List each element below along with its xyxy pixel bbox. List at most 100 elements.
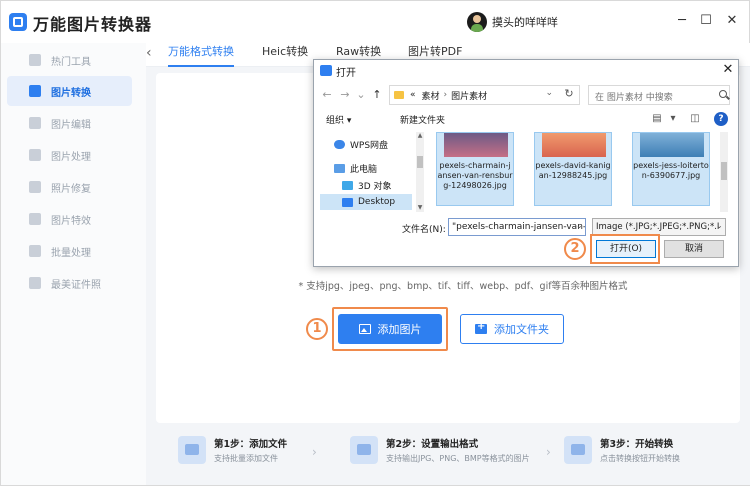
cancel-button[interactable]: 取消 (664, 240, 724, 258)
steps-bar: 第1步：添加文件 支持批量添加文件 › 第2步：设置输出格式 支持输出JPG、P… (156, 427, 740, 477)
breadcrumb-folder-1[interactable]: 素材 (422, 89, 440, 102)
annotation-2: 2 (564, 238, 586, 260)
dialog-title: 打开 (336, 68, 356, 79)
open-file-dialog: 打开 ✕ ← → ⌄ ↑ « 素材 › 图片素材 ⌄ ↻ 在 图片素材 中搜索 … (313, 59, 739, 267)
avatar (467, 12, 487, 32)
nav-item-3d-objects[interactable]: 3D 对象 (320, 177, 412, 193)
step-title: 第1步：添加文件 (214, 439, 288, 450)
history-dropdown-icon[interactable]: ⌄ (354, 87, 368, 103)
back-arrow-icon[interactable]: ← (320, 87, 334, 103)
address-bar[interactable]: « 素材 › 图片素材 ⌄ (389, 85, 580, 105)
add-folder-button[interactable]: 添加文件夹 (460, 314, 564, 344)
id-photo-icon (29, 277, 41, 289)
image-icon (358, 324, 371, 334)
maximize-button[interactable]: ☐ (695, 11, 717, 31)
help-icon[interactable]: ? (714, 112, 728, 126)
nav-item-desktop[interactable]: Desktop (320, 194, 412, 210)
sidebar-item-batch[interactable]: 批量处理 (7, 236, 132, 266)
close-button[interactable]: ✕ (721, 11, 743, 31)
sidebar-item-label: 最美证件照 (51, 279, 101, 291)
sidebar-item-label: 图片转换 (51, 87, 91, 99)
file-list-scrollbar[interactable] (720, 132, 728, 212)
scroll-thumb[interactable] (417, 156, 423, 168)
scroll-down-icon[interactable]: ▼ (416, 204, 424, 212)
fire-icon (29, 54, 41, 66)
settings-gear-icon (350, 436, 378, 464)
nav-item-label: WPS网盘 (350, 140, 389, 151)
navigation-pane: WPS网盘 此电脑 3D 对象 Desktop ▲ ▼ (320, 132, 424, 212)
title-bar: 万能图片转换器 摸头的咩咩咩 ─ ☐ ✕ (1, 1, 749, 43)
nav-item-this-pc[interactable]: 此电脑 (320, 160, 412, 176)
tab-heic[interactable]: Heic转换 (262, 43, 308, 67)
add-image-label: 添加图片 (377, 323, 422, 336)
up-arrow-icon[interactable]: ↑ (370, 87, 384, 103)
desktop-icon (342, 197, 353, 207)
sidebar-item-image-effects[interactable]: 图片特效 (7, 204, 132, 234)
sidebar-item-hot-tools[interactable]: 热门工具 (7, 45, 132, 75)
sidebar-item-image-process[interactable]: 图片处理 (7, 140, 132, 170)
step-sub: 支持批量添加文件 (214, 454, 278, 463)
folder-add-icon (475, 321, 487, 334)
file-item[interactable]: pexels-david-kanigan-12988245.jpg (534, 132, 612, 206)
chevron-down-icon[interactable]: ⌄ (576, 221, 583, 230)
scroll-thumb[interactable] (721, 162, 727, 180)
nav-item-label: 3D 对象 (358, 181, 392, 192)
address-row: ← → ⌄ ↑ « 素材 › 图片素材 ⌄ ↻ 在 图片素材 中搜索 (314, 84, 738, 106)
user-profile[interactable]: 摸头的咩咩咩 (467, 12, 558, 32)
convert-icon (564, 436, 592, 464)
forward-arrow-icon[interactable]: → (338, 87, 352, 103)
step-3: 第3步：开始转换 点击转换按钮开始转换 (564, 433, 680, 467)
step-title: 第3步：开始转换 (600, 439, 674, 450)
app-logo-icon (9, 13, 27, 31)
chevron-down-icon[interactable]: ⌄ (545, 88, 553, 98)
sidebar-item-image-convert[interactable]: 图片转换 (7, 76, 132, 106)
sidebar-item-photo-repair[interactable]: 照片修复 (7, 172, 132, 202)
filename-input[interactable]: "pexels-charmain-jansen-van-r (448, 218, 586, 236)
search-icon (719, 90, 727, 98)
view-options-icon[interactable]: ▤ (650, 113, 664, 125)
file-item[interactable]: pexels-jess-loiterton-6390677.jpg (632, 132, 710, 206)
format-hint: * 支持jpg、jpeg、png、bmp、tif、tiff、webp、pdf、g… (298, 281, 628, 292)
new-folder-button[interactable]: 新建文件夹 (400, 113, 445, 126)
nav-scrollbar[interactable]: ▲ ▼ (416, 132, 424, 212)
minimize-button[interactable]: ─ (671, 11, 693, 31)
file-list: pexels-charmain-jansen-van-rensburg-1249… (428, 132, 728, 212)
back-chevron-icon[interactable]: ‹ (146, 43, 160, 63)
open-button[interactable]: 打开(O) (596, 240, 656, 258)
step-sub: 支持输出JPG、PNG、BMP等格式的图片 (386, 454, 530, 463)
process-icon (29, 149, 41, 161)
step-sub: 点击转换按钮开始转换 (600, 454, 680, 463)
search-input[interactable]: 在 图片素材 中搜索 (588, 85, 730, 105)
edit-icon (29, 117, 41, 129)
nav-item-label: 此电脑 (350, 164, 378, 175)
refresh-icon[interactable]: ↻ (560, 85, 578, 105)
sidebar-item-id-photo[interactable]: 最美证件照 (7, 268, 132, 298)
view-dropdown-icon[interactable]: ▾ (666, 113, 680, 125)
tab-universal-convert[interactable]: 万能格式转换 (168, 43, 234, 67)
batch-icon (29, 245, 41, 257)
chevron-down-icon[interactable]: ⌄ (716, 221, 723, 230)
app-window: 万能图片转换器 摸头的咩咩咩 ─ ☐ ✕ 热门工具 图片转换 图片编辑 图片处理… (0, 0, 750, 486)
folder-icon (394, 91, 404, 99)
computer-icon (334, 163, 345, 173)
file-thumbnail (444, 133, 508, 157)
nav-item-wps-cloud[interactable]: WPS网盘 (320, 136, 412, 152)
sidebar-item-label: 照片修复 (51, 183, 91, 195)
sidebar-item-image-edit[interactable]: 图片编辑 (7, 108, 132, 138)
breadcrumb-folder-2[interactable]: 图片素材 (451, 89, 487, 102)
chevron-right-icon: › (312, 445, 317, 459)
scroll-up-icon[interactable]: ▲ (416, 132, 424, 140)
organize-menu[interactable]: 组织 ▾ (326, 113, 351, 126)
file-name: pexels-charmain-jansen-van-rensburg-1249… (437, 161, 513, 190)
dialog-close-button[interactable]: ✕ (720, 62, 736, 78)
filename-label: 文件名(N): (402, 225, 446, 235)
sidebar-item-label: 图片特效 (51, 215, 91, 227)
breadcrumb-prefix: « (410, 90, 416, 100)
sidebar-item-label: 图片处理 (51, 151, 91, 163)
file-name: pexels-jess-loiterton-6390677.jpg (633, 161, 709, 180)
add-image-button[interactable]: 添加图片 (338, 314, 442, 344)
breadcrumb-separator: › (443, 90, 448, 100)
preview-pane-icon[interactable]: ◫ (688, 113, 702, 125)
username: 摸头的咩咩咩 (492, 16, 558, 29)
file-item[interactable]: pexels-charmain-jansen-van-rensburg-1249… (436, 132, 514, 206)
